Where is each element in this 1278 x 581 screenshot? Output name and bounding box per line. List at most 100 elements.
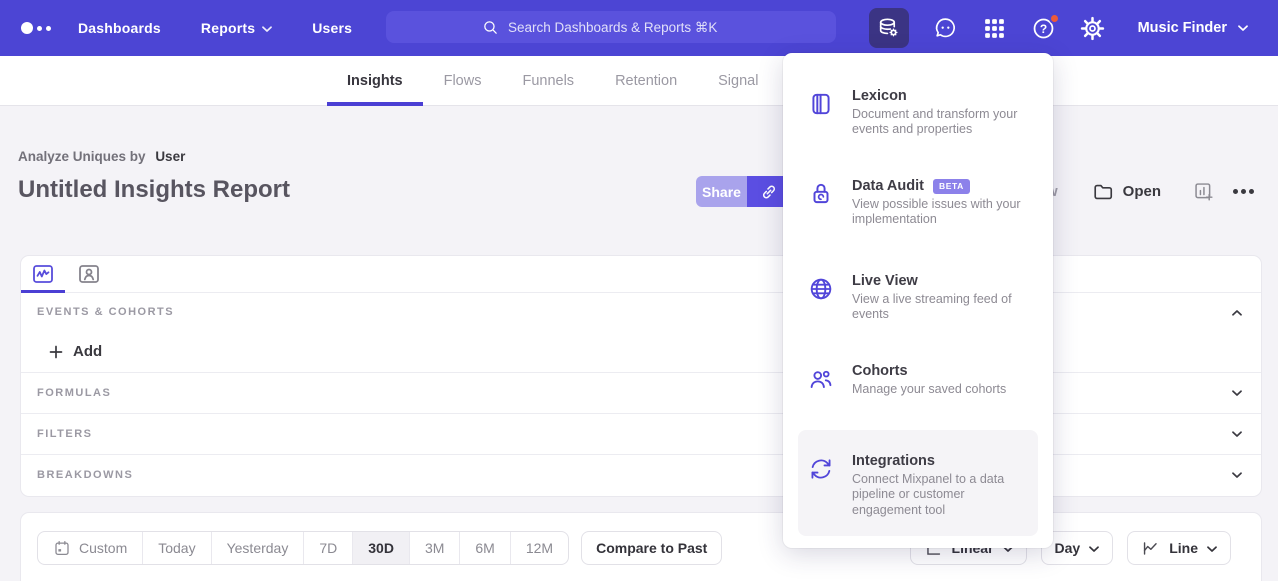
tab-retention[interactable]: Retention <box>615 56 677 106</box>
metrics-chart-icon <box>31 262 55 286</box>
chat-bubble-icon <box>933 16 958 41</box>
global-search[interactable] <box>386 11 836 43</box>
range-custom[interactable]: Custom <box>38 532 142 564</box>
apps-grid-button[interactable] <box>982 16 1007 41</box>
menu-title: Integrations <box>852 453 1022 469</box>
menu-title: Cohorts <box>852 363 1022 379</box>
open-button[interactable]: Open <box>1092 181 1161 203</box>
data-management-dropdown: Lexicon Document and transform your even… <box>783 53 1053 548</box>
header-actions: New Open <box>1027 176 1254 207</box>
nav-users[interactable]: Users <box>312 20 352 36</box>
chevron-down-icon <box>262 26 272 33</box>
menu-description: Connect Mixpanel to a data pipeline or c… <box>852 472 1022 518</box>
database-gear-icon <box>876 16 901 41</box>
chevron-down-icon[interactable] <box>1232 390 1242 397</box>
analyze-value[interactable]: User <box>155 149 185 164</box>
query-builder-card: EVENTS & COHORTS Add FORMULAS FILTERS BR… <box>20 255 1262 497</box>
report-tabbar: Insights Flows Funnels Retention Signal … <box>0 56 1278 106</box>
section-breakdowns[interactable]: BREAKDOWNS <box>21 454 1261 495</box>
integrations-sync-icon <box>808 456 834 482</box>
notification-dot <box>1049 13 1060 24</box>
calendar-icon <box>53 539 71 557</box>
profiles-view-tab[interactable] <box>75 261 102 288</box>
plus-icon <box>48 344 64 360</box>
search-icon <box>482 19 499 36</box>
folder-icon <box>1092 181 1114 203</box>
svg-text:?: ? <box>1039 21 1046 35</box>
page-title[interactable]: Untitled Insights Report <box>18 176 290 204</box>
menu-title: Data Audit BETA <box>852 178 1022 194</box>
chart-controls-card: Custom Today Yesterday 7D 30D 3M 6M 12M … <box>20 512 1262 581</box>
top-navigation: Dashboards Reports Users <box>0 0 1278 56</box>
range-30d[interactable]: 30D <box>352 532 409 564</box>
section-filters[interactable]: FILTERS <box>21 413 1261 454</box>
menu-item-cohorts[interactable]: Cohorts Manage your saved cohorts <box>798 353 1038 407</box>
feedback-button[interactable] <box>933 16 958 41</box>
chevron-down-icon[interactable] <box>1232 431 1242 438</box>
add-label: Add <box>73 343 102 360</box>
section-events-cohorts[interactable]: EVENTS & COHORTS <box>21 293 1261 331</box>
section-formulas[interactable]: FORMULAS <box>21 372 1261 413</box>
builder-view-tabs <box>21 256 1261 293</box>
chevron-down-icon <box>1238 25 1248 32</box>
share-cluster: Share <box>696 176 791 207</box>
date-range-group: Custom Today Yesterday 7D 30D 3M 6M 12M <box>37 531 569 565</box>
add-to-board-icon[interactable] <box>1193 181 1214 202</box>
events-cohorts-label: EVENTS & COHORTS <box>37 306 174 318</box>
range-custom-label: Custom <box>79 540 127 556</box>
data-management-button[interactable] <box>869 8 909 48</box>
menu-title: Live View <box>852 273 1022 289</box>
menu-item-lexicon[interactable]: Lexicon Document and transform your even… <box>798 78 1038 148</box>
chart-type-selector[interactable]: Line <box>1127 531 1231 565</box>
menu-description: View a live streaming feed of events <box>852 292 1022 323</box>
data-audit-lock-icon <box>808 181 834 207</box>
line-chart-icon <box>1141 539 1160 558</box>
breakdowns-label: BREAKDOWNS <box>37 469 133 481</box>
tab-funnels[interactable]: Funnels <box>522 56 574 106</box>
link-icon <box>759 182 779 202</box>
menu-item-integrations[interactable]: Integrations Connect Mixpanel to a data … <box>798 430 1038 536</box>
range-12m[interactable]: 12M <box>510 532 568 564</box>
nav-dashboards[interactable]: Dashboards <box>78 20 161 36</box>
range-6m[interactable]: 6M <box>459 532 509 564</box>
menu-description: Manage your saved cohorts <box>852 382 1022 397</box>
search-input[interactable] <box>508 20 740 35</box>
chevron-up-icon[interactable] <box>1232 309 1242 316</box>
primary-nav: Dashboards Reports Users <box>78 20 352 36</box>
range-3m[interactable]: 3M <box>409 532 459 564</box>
chevron-down-icon <box>1207 546 1217 553</box>
share-button[interactable]: Share <box>696 176 747 207</box>
nav-right-cluster: ? Music Finder <box>869 0 1248 56</box>
project-selector[interactable]: Music Finder <box>1138 20 1248 36</box>
tab-insights[interactable]: Insights <box>347 56 403 106</box>
tab-flows[interactable]: Flows <box>444 56 482 106</box>
nav-users-label: Users <box>312 20 352 36</box>
menu-description: View possible issues with your implement… <box>852 197 1022 228</box>
range-today[interactable]: Today <box>142 532 210 564</box>
chart-type-label: Line <box>1169 540 1198 556</box>
analyze-label: Analyze Uniques by <box>18 149 146 164</box>
help-button[interactable]: ? <box>1031 16 1056 41</box>
grid-icon <box>982 16 1007 41</box>
beta-badge: BETA <box>933 179 970 194</box>
range-yesterday[interactable]: Yesterday <box>211 532 304 564</box>
add-button[interactable]: Add <box>48 343 102 360</box>
settings-button[interactable] <box>1080 16 1105 41</box>
metrics-view-tab[interactable] <box>29 261 56 288</box>
filters-label: FILTERS <box>37 428 93 440</box>
compare-to-past-button[interactable]: Compare to Past <box>581 531 722 565</box>
analyze-meta: Analyze Uniques by User <box>18 149 185 164</box>
formulas-label: FORMULAS <box>37 387 111 399</box>
mixpanel-logo-icon[interactable] <box>21 22 61 34</box>
chevron-down-icon[interactable] <box>1232 472 1242 479</box>
more-options-button[interactable] <box>1233 189 1254 194</box>
project-name: Music Finder <box>1138 20 1227 36</box>
nav-reports[interactable]: Reports <box>201 20 272 36</box>
menu-description: Document and transform your events and p… <box>852 107 1022 138</box>
open-label: Open <box>1123 183 1161 200</box>
range-7d[interactable]: 7D <box>303 532 352 564</box>
nav-reports-label: Reports <box>201 20 255 36</box>
tab-signal[interactable]: Signal <box>718 56 758 106</box>
menu-item-live-view[interactable]: Live View View a live streaming feed of … <box>798 263 1038 333</box>
menu-item-data-audit[interactable]: Data Audit BETA View possible issues wit… <box>798 168 1038 238</box>
